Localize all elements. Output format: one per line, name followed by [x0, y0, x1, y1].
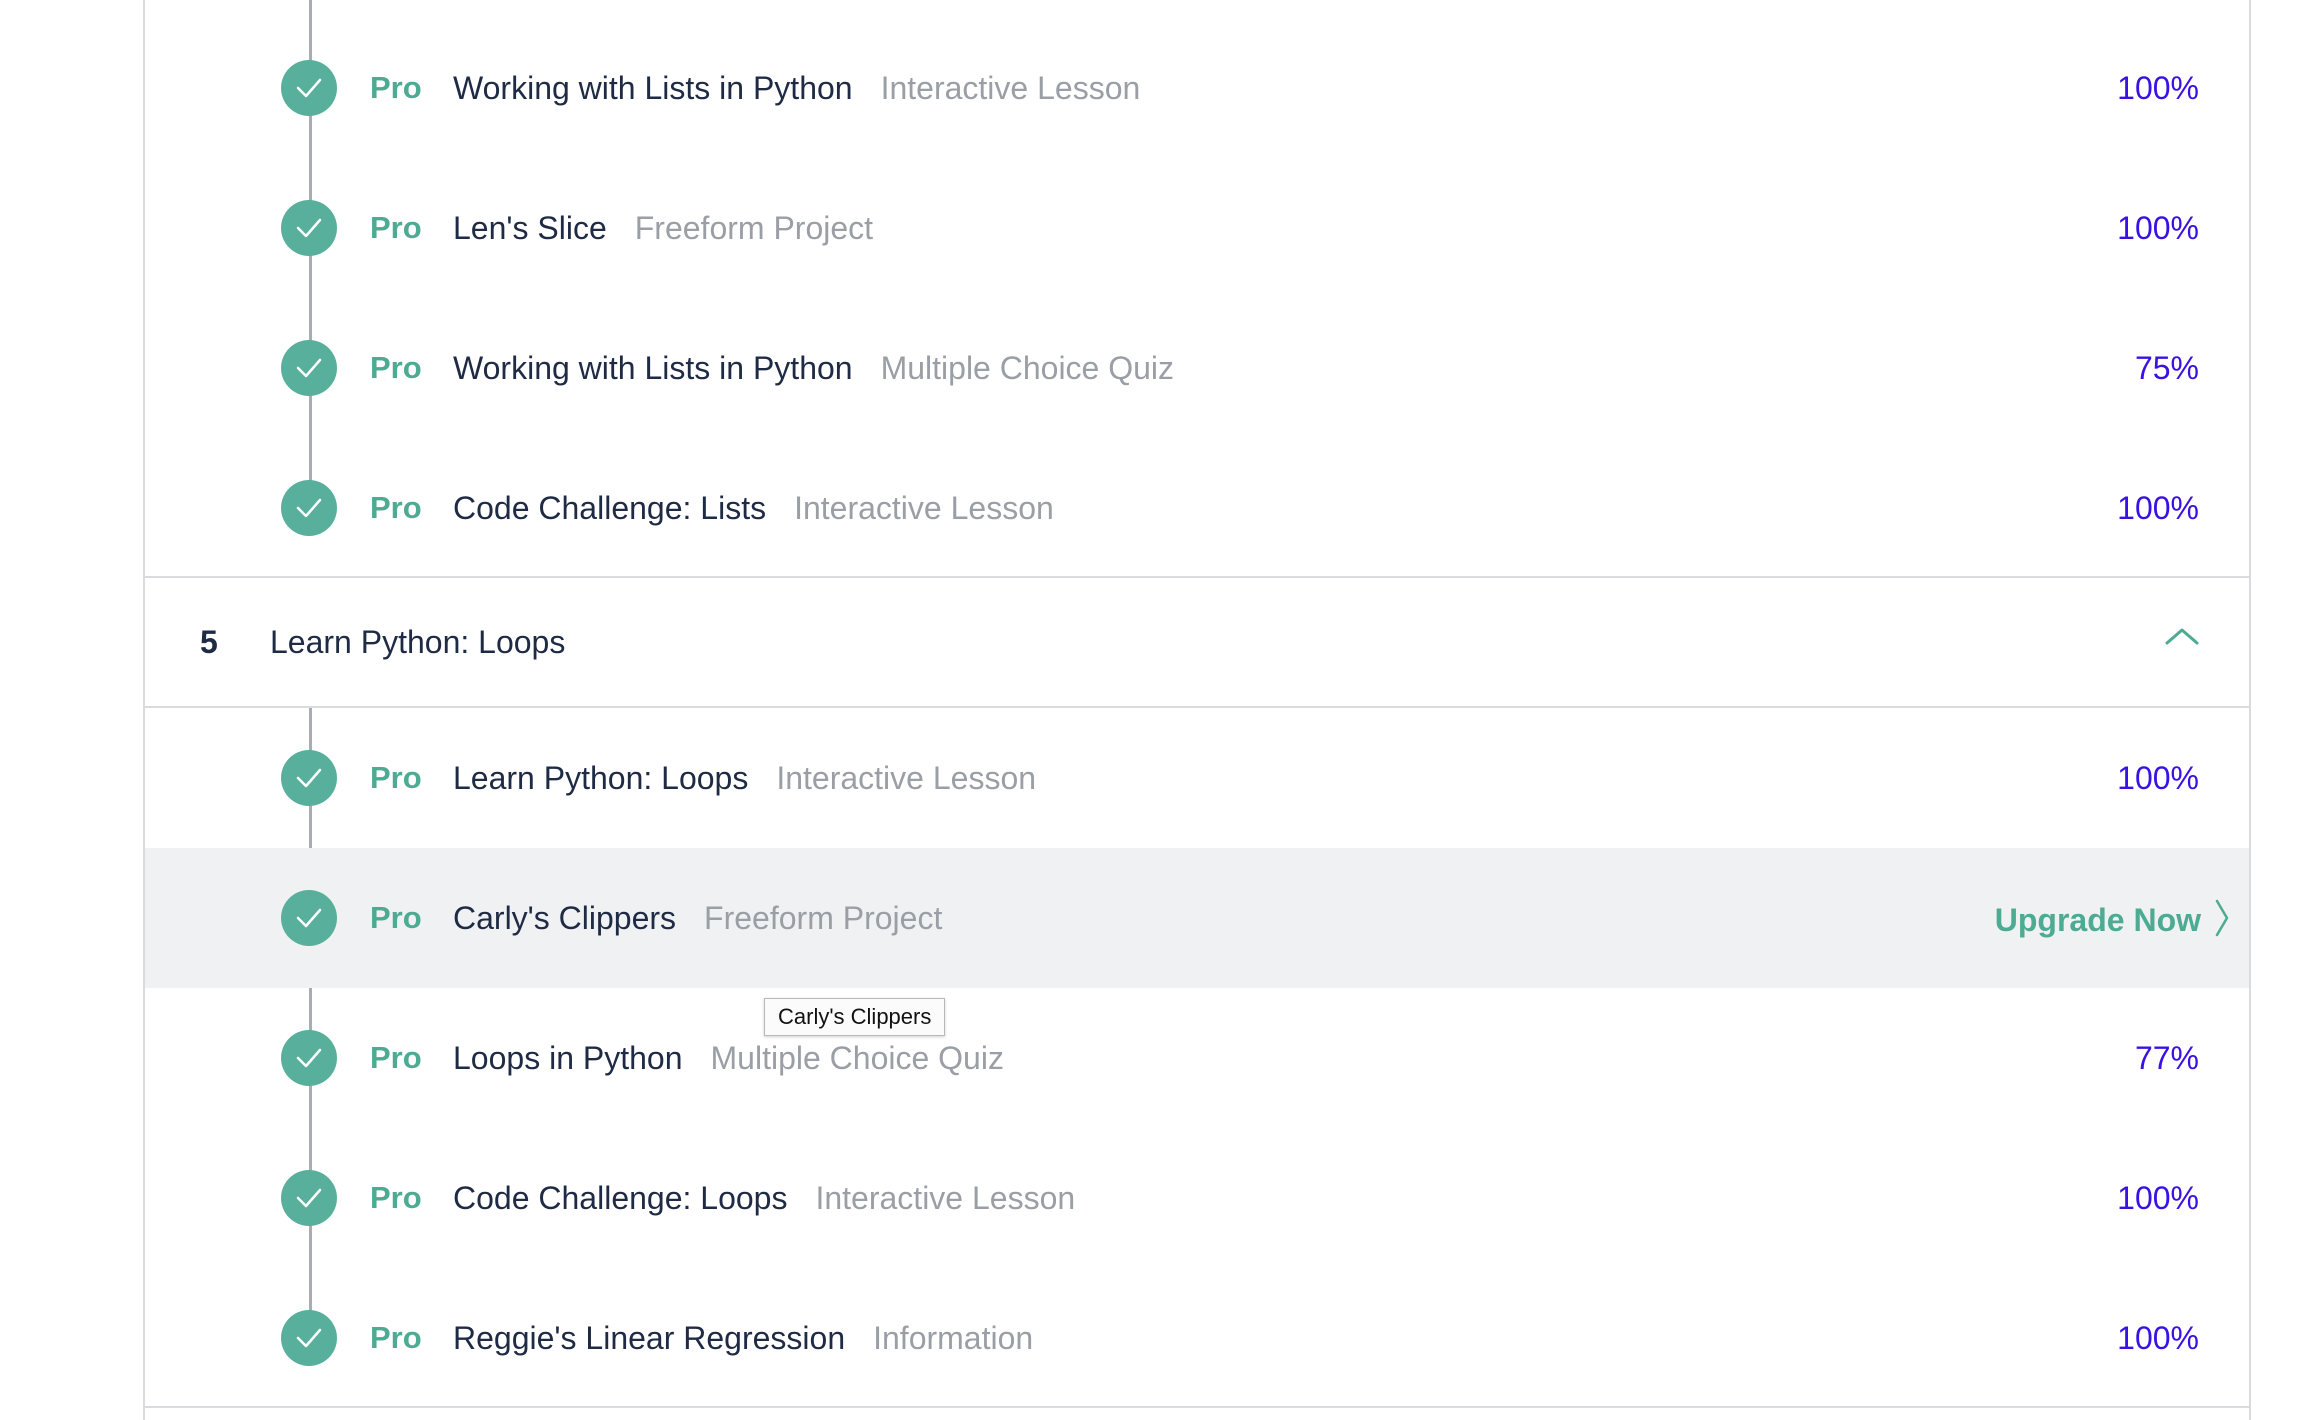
- pro-badge: Pro: [370, 900, 422, 935]
- lesson-type: Multiple Choice Quiz: [710, 1040, 1004, 1076]
- lesson-title[interactable]: Len's Slice: [453, 210, 607, 246]
- progress-percent: 100%: [2117, 70, 2199, 106]
- lesson-type: Interactive Lesson: [815, 1180, 1076, 1216]
- lesson-row-hovered[interactable]: Pro Carly's Clippers Freeform Project Upg…: [145, 848, 2249, 988]
- lesson-type: Interactive Lesson: [776, 760, 1037, 796]
- progress-percent: 100%: [2117, 210, 2199, 246]
- pro-badge: Pro: [370, 760, 422, 795]
- check-circle-icon: [281, 480, 337, 536]
- lesson-row[interactable]: Pro Code Challenge: Loops Interactive Les…: [145, 1128, 2249, 1268]
- progress-percent: 100%: [2117, 1180, 2199, 1216]
- check-circle-icon: [281, 1030, 337, 1086]
- pro-badge: Pro: [370, 490, 422, 525]
- chevron-up-icon[interactable]: [2165, 626, 2199, 651]
- pro-badge: Pro: [370, 1320, 422, 1355]
- lesson-title[interactable]: Carly's Clippers: [453, 900, 676, 936]
- check-circle-icon: [281, 200, 337, 256]
- lesson-info: Carly's Clippers Freeform Project: [453, 898, 942, 945]
- lesson-type: Information: [873, 1320, 1034, 1356]
- lesson-info: Working with Lists in Python Interactive …: [453, 68, 1140, 115]
- lesson-title[interactable]: Loops in Python: [453, 1040, 683, 1076]
- lesson-type: Multiple Choice Quiz: [880, 350, 1175, 386]
- lesson-row[interactable]: Pro Reggie's Linear Regression Informatio…: [145, 1268, 2249, 1408]
- lesson-type: Interactive Lesson: [880, 70, 1141, 106]
- progress-percent: 100%: [2117, 490, 2199, 526]
- lesson-title[interactable]: Learn Python: Loops: [453, 760, 748, 796]
- check-circle-icon: [281, 1170, 337, 1226]
- lesson-row[interactable]: Pro Len's Slice Freeform Project 100%: [145, 158, 2249, 298]
- lesson-row[interactable]: Pro Working with Lists in Python Multiple…: [145, 298, 2249, 438]
- syllabus-panel: Pro Working with Lists in Python Interact…: [143, 0, 2251, 1420]
- check-circle-icon: [281, 750, 337, 806]
- check-circle-icon: [281, 1310, 337, 1366]
- progress-percent: 100%: [2117, 1320, 2199, 1356]
- upgrade-label: Upgrade Now: [1994, 901, 2201, 938]
- lesson-info: Code Challenge: Loops Interactive Lesson: [453, 1178, 1075, 1225]
- section-header[interactable]: 5 Learn Python: Loops: [145, 578, 2249, 706]
- lesson-info: Code Challenge: Lists Interactive Lesson: [453, 488, 1054, 535]
- lesson-title[interactable]: Code Challenge: Lists: [453, 490, 766, 526]
- pro-badge: Pro: [370, 70, 422, 105]
- pro-badge: Pro: [370, 1040, 422, 1075]
- upgrade-now-link[interactable]: Upgrade Now: [1995, 898, 2231, 947]
- section-number: 5: [200, 624, 218, 660]
- course-syllabus-page: Pro Working with Lists in Python Interact…: [0, 0, 2304, 1420]
- pro-badge: Pro: [370, 350, 422, 385]
- lesson-type: Interactive Lesson: [794, 490, 1054, 526]
- lesson-type: Freeform Project: [704, 900, 943, 936]
- lesson-row[interactable]: Pro Working with Lists in Python Interact…: [145, 18, 2249, 158]
- lesson-title[interactable]: Working with Lists in Python: [453, 350, 853, 386]
- lesson-info: Len's Slice Freeform Project: [453, 208, 873, 255]
- pro-badge: Pro: [370, 210, 422, 245]
- lesson-info: Reggie's Linear Regression Information: [453, 1318, 1033, 1365]
- lesson-type: Freeform Project: [634, 210, 874, 246]
- check-circle-icon: [281, 340, 337, 396]
- lesson-title[interactable]: Reggie's Linear Regression: [453, 1320, 845, 1356]
- lesson-info: Learn Python: Loops Interactive Lesson: [453, 758, 1036, 805]
- check-circle-icon: [281, 890, 337, 946]
- chevron-right-icon: [2213, 898, 2231, 947]
- lesson-row[interactable]: Pro Loops in Python Multiple Choice Quiz …: [145, 988, 2249, 1128]
- progress-percent: 77%: [2134, 1040, 2199, 1076]
- progress-percent: 75%: [2134, 350, 2199, 386]
- lesson-title[interactable]: Working with Lists in Python: [453, 70, 853, 106]
- lesson-row[interactable]: Pro Code Challenge: Lists Interactive Les…: [145, 438, 2249, 578]
- pro-badge: Pro: [370, 1180, 422, 1215]
- check-circle-icon: [281, 60, 337, 116]
- hover-tooltip: Carly's Clippers: [764, 998, 946, 1036]
- lesson-title[interactable]: Code Challenge: Loops: [453, 1180, 787, 1216]
- section-5-items: Pro Learn Python: Loops Interactive Lesso…: [145, 708, 2249, 1408]
- section-4-items: Pro Working with Lists in Python Interact…: [145, 0, 2249, 578]
- lesson-info: Loops in Python Multiple Choice Quiz: [453, 1038, 1004, 1085]
- lesson-info: Working with Lists in Python Multiple Cho…: [453, 348, 1174, 395]
- section-title: Learn Python: Loops: [270, 624, 566, 660]
- lesson-row[interactable]: Pro Learn Python: Loops Interactive Lesso…: [145, 708, 2249, 848]
- section-divider: [145, 1406, 2249, 1408]
- progress-percent: 100%: [2117, 760, 2199, 796]
